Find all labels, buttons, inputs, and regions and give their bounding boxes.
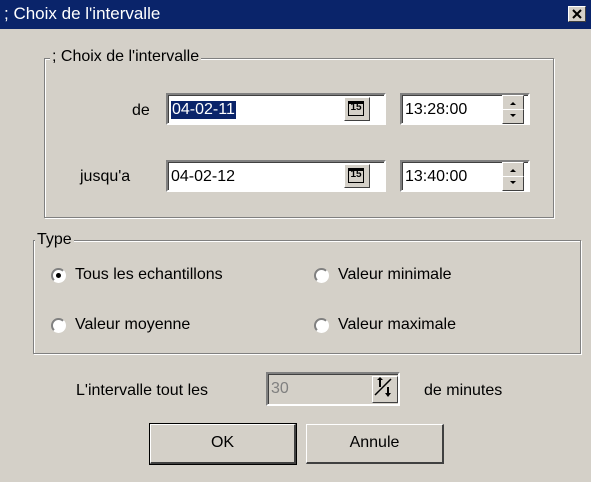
radio-min-value[interactable] [314, 268, 329, 283]
ok-button-label: OK [210, 434, 235, 451]
radio-avg-value[interactable] [51, 318, 66, 333]
close-icon [572, 9, 582, 19]
type-group-legend: Type [35, 231, 74, 249]
to-calendar-button[interactable]: 15 [344, 164, 370, 188]
radio-selected-dot [56, 273, 61, 278]
interval-minutes-value: 30 [271, 380, 289, 397]
close-button[interactable] [568, 6, 586, 22]
updown-arrows-icon [374, 377, 392, 397]
spin-up-button[interactable] [502, 95, 524, 110]
interval-group [44, 58, 554, 218]
spin-up-button[interactable] [502, 162, 524, 177]
cancel-button[interactable]: Annule [306, 424, 444, 464]
from-time-input[interactable]: 13:28:00 [400, 93, 530, 125]
calendar-icon: 15 [348, 168, 364, 183]
radio-all-samples-label[interactable]: Tous les echantillons [75, 266, 223, 284]
dialog-window: ; Choix de l'intervalle ; Choix de l'int… [0, 0, 591, 482]
radio-max-value[interactable] [314, 318, 329, 333]
interval-group-legend: ; Choix de l'intervalle [50, 48, 202, 66]
from-calendar-button[interactable]: 15 [344, 97, 370, 121]
down-arrow-icon [510, 114, 516, 117]
to-date-input[interactable]: 04-02-12 15 [166, 160, 386, 192]
window-title: ; Choix de l'intervalle [4, 4, 161, 23]
down-arrow-icon [510, 181, 516, 184]
radio-min-value-label[interactable]: Valeur minimale [338, 266, 452, 284]
from-time-value: 13:28:00 [405, 101, 468, 118]
to-time-value: 13:40:00 [405, 168, 468, 185]
type-group [33, 240, 581, 354]
to-time-input[interactable]: 13:40:00 [400, 160, 530, 192]
spin-down-button[interactable] [502, 176, 524, 191]
calendar-icon: 15 [348, 101, 364, 116]
interval-updown-button[interactable] [372, 376, 398, 403]
interval-minutes-input[interactable]: 30 [266, 372, 400, 406]
up-arrow-icon [510, 102, 516, 105]
to-label: jusqu'a [80, 168, 131, 185]
up-arrow-icon [510, 169, 516, 172]
radio-max-value-label[interactable]: Valeur maximale [338, 316, 456, 334]
spin-down-button[interactable] [502, 109, 524, 124]
from-label: de [132, 102, 150, 119]
radio-avg-value-label[interactable]: Valeur moyenne [75, 316, 190, 334]
title-bar[interactable]: ; Choix de l'intervalle [0, 0, 591, 29]
cancel-button-label: Annule [349, 434, 400, 451]
ok-button[interactable]: OK [149, 423, 297, 465]
radio-all-samples[interactable] [51, 268, 66, 283]
to-date-value: 04-02-12 [171, 168, 236, 185]
interval-unit-label: de minutes [424, 382, 503, 399]
from-date-input[interactable]: 04-02-11 15 [166, 93, 386, 125]
from-date-value: 04-02-11 [171, 101, 236, 119]
interval-every-label: L'intervalle tout les [76, 382, 209, 399]
